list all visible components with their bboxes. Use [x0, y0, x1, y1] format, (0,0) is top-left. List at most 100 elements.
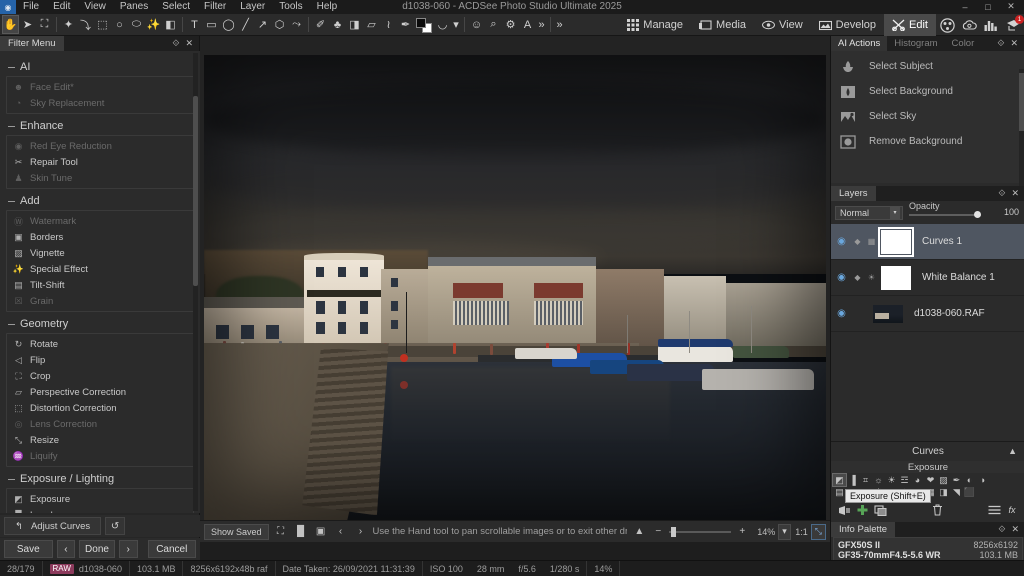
tab-ai-actions[interactable]: AI Actions: [831, 36, 888, 51]
text-tool-icon[interactable]: T: [186, 15, 203, 34]
rectangle-tool-icon[interactable]: ▭: [203, 15, 220, 34]
brush-tool-icon[interactable]: ✐: [312, 15, 329, 34]
group-header-enhance[interactable]: Enhance: [8, 120, 194, 132]
eyedropper-tool-icon[interactable]: ✒: [397, 15, 414, 34]
misc-adj-icon[interactable]: ⬛: [963, 486, 976, 498]
white-balance-adj-icon[interactable]: ◕: [911, 474, 924, 486]
grain-adj-icon[interactable]: ◨: [937, 486, 950, 498]
collapse-icon[interactable]: [8, 125, 15, 127]
magic-select-tool-icon[interactable]: ✨: [145, 15, 162, 34]
duplicate-layer-button-icon[interactable]: [873, 503, 887, 517]
layer-thumbnail-image[interactable]: [873, 304, 903, 323]
blend-mode-select[interactable]: Normal ▾: [835, 205, 903, 220]
menu-item-help[interactable]: Help: [310, 0, 345, 14]
blur-tool-icon[interactable]: ≀: [380, 15, 397, 34]
chevron-down-icon[interactable]: ▾: [890, 206, 900, 219]
collapse-icon[interactable]: [8, 66, 15, 68]
layer-link-icon[interactable]: ◆: [853, 271, 862, 284]
tab-color[interactable]: Color: [945, 36, 982, 51]
group-header-add[interactable]: Add: [8, 195, 194, 207]
zoom-ratio-label[interactable]: 1:1: [794, 527, 808, 537]
overflow-icon[interactable]: »: [554, 15, 565, 34]
menu-item-panes[interactable]: Panes: [113, 0, 155, 14]
swatch-options-icon[interactable]: ◡: [434, 15, 451, 34]
close-icon[interactable]: ✕: [1011, 524, 1019, 535]
zoom-in-icon[interactable]: +: [734, 524, 750, 540]
filter-item-special-effect[interactable]: ✨ Special Effect: [7, 261, 193, 277]
ai-action-remove-background[interactable]: Remove Background: [831, 129, 1024, 154]
save-button[interactable]: Save: [4, 540, 53, 558]
marquee-tool-icon[interactable]: ○: [111, 15, 128, 34]
notifications-icon[interactable]: 1: [1002, 14, 1024, 36]
settings-gear-icon[interactable]: ⚙: [502, 15, 519, 34]
minimize-button[interactable]: –: [954, 0, 976, 13]
table-row[interactable]: ◉ ◆ ▦ Curves 1: [831, 224, 1024, 260]
curve-adj-icon[interactable]: ◥: [950, 486, 963, 498]
polygon-tool-icon[interactable]: ⬡: [271, 15, 288, 34]
filter-item-rotate[interactable]: ↻ Rotate: [7, 336, 193, 352]
hand-tool-icon[interactable]: ✋: [2, 15, 19, 34]
move-tool-icon[interactable]: ➤: [19, 15, 36, 34]
cloud-icon[interactable]: [958, 14, 980, 36]
opacity-slider-track[interactable]: [909, 214, 981, 216]
filter-item-tilt-shift[interactable]: ▤ Tilt-Shift: [7, 277, 193, 293]
tab-histogram[interactable]: Histogram: [887, 36, 944, 51]
mode-media[interactable]: Media: [691, 14, 754, 36]
fit-icon[interactable]: ⛶: [273, 524, 289, 540]
menu-item-layer[interactable]: Layer: [233, 0, 272, 14]
filter-item-resize[interactable]: ⤡ Resize: [7, 432, 193, 448]
menu-item-file[interactable]: File: [16, 0, 46, 14]
histogram-icon[interactable]: [980, 14, 1002, 36]
filter-item-face-edit[interactable]: ☻ Face Edit*: [7, 79, 193, 95]
layer-name[interactable]: Curves 1: [922, 236, 962, 247]
filter-item-vignette[interactable]: ▨ Vignette: [7, 245, 193, 261]
add-layer-button-icon[interactable]: [855, 503, 869, 517]
histogram-icon[interactable]: █: [293, 524, 309, 540]
menu-item-filter[interactable]: Filter: [197, 0, 233, 14]
layer-name[interactable]: White Balance 1: [922, 272, 995, 283]
curve-tool-icon[interactable]: ⤳: [288, 15, 305, 34]
close-icon[interactable]: ✕: [1011, 188, 1019, 199]
tone-curves-adj-icon[interactable]: ⌗: [859, 474, 872, 486]
more-options-icon[interactable]: »: [536, 15, 547, 34]
color-balance-adj-icon[interactable]: ☲: [898, 474, 911, 486]
invert-adj-icon[interactable]: ◑: [976, 474, 989, 486]
saturation-adj-icon[interactable]: ❤: [924, 474, 937, 486]
layer-visibility-icon[interactable]: ◉: [835, 307, 848, 320]
table-row[interactable]: ◉ ◆ ☀ White Balance 1: [831, 260, 1024, 296]
filter-list[interactable]: AI ☻ Face Edit* ◔ Sky Replacement Enhanc…: [0, 51, 200, 513]
layer-link-icon[interactable]: ◆: [853, 235, 862, 248]
filter-item-repair-tool[interactable]: ✂ Repair Tool: [7, 154, 193, 170]
mode-develop[interactable]: Develop: [811, 14, 884, 36]
zoom-preset-dropdown[interactable]: ▾: [778, 523, 791, 540]
lasso-tool-icon[interactable]: ⤵: [77, 15, 94, 34]
cancel-button[interactable]: Cancel: [147, 540, 197, 558]
menu-item-edit[interactable]: Edit: [46, 0, 77, 14]
zoom-icon[interactable]: ⌕: [485, 15, 502, 34]
color-eq-adj-icon[interactable]: ▨: [937, 474, 950, 486]
prev-button[interactable]: ‹: [56, 540, 76, 558]
split-tone-adj-icon[interactable]: ✒: [950, 474, 963, 486]
ai-actions-scroll-thumb[interactable]: [1019, 73, 1024, 131]
layer-thumbnail[interactable]: [878, 226, 914, 257]
prev-image-icon[interactable]: ‹: [333, 524, 349, 540]
ai-action-select-background[interactable]: Select Background: [831, 79, 1024, 104]
pin-icon[interactable]: ⟐: [998, 188, 1005, 199]
filter-item-exposure[interactable]: ◩ Exposure: [7, 491, 193, 507]
collapse-icon[interactable]: [8, 200, 15, 202]
line-tool-icon[interactable]: ╱: [237, 15, 254, 34]
filter-item-liquify[interactable]: ♒ Liquify: [7, 448, 193, 464]
layer-mask-icon[interactable]: ▦: [867, 235, 876, 248]
zoom-up-icon[interactable]: ▲: [631, 524, 647, 540]
opacity-control[interactable]: Opacity 100: [907, 201, 1021, 221]
menu-item-select[interactable]: Select: [155, 0, 197, 14]
color-swatch[interactable]: [414, 15, 434, 34]
zoom-out-icon[interactable]: −: [650, 524, 666, 540]
table-row[interactable]: ◉ d1038-060.RAF: [831, 296, 1024, 332]
filter-item-perspective-correction[interactable]: ▱ Perspective Correction: [7, 384, 193, 400]
show-saved-button[interactable]: Show Saved: [204, 523, 269, 540]
filter-item-red-eye-reduction[interactable]: ◉ Red Eye Reduction: [7, 138, 193, 154]
fx-button-icon[interactable]: fx: [1005, 503, 1019, 517]
filter-item-borders[interactable]: ▣ Borders: [7, 229, 193, 245]
reset-icon[interactable]: ↺: [105, 517, 126, 535]
